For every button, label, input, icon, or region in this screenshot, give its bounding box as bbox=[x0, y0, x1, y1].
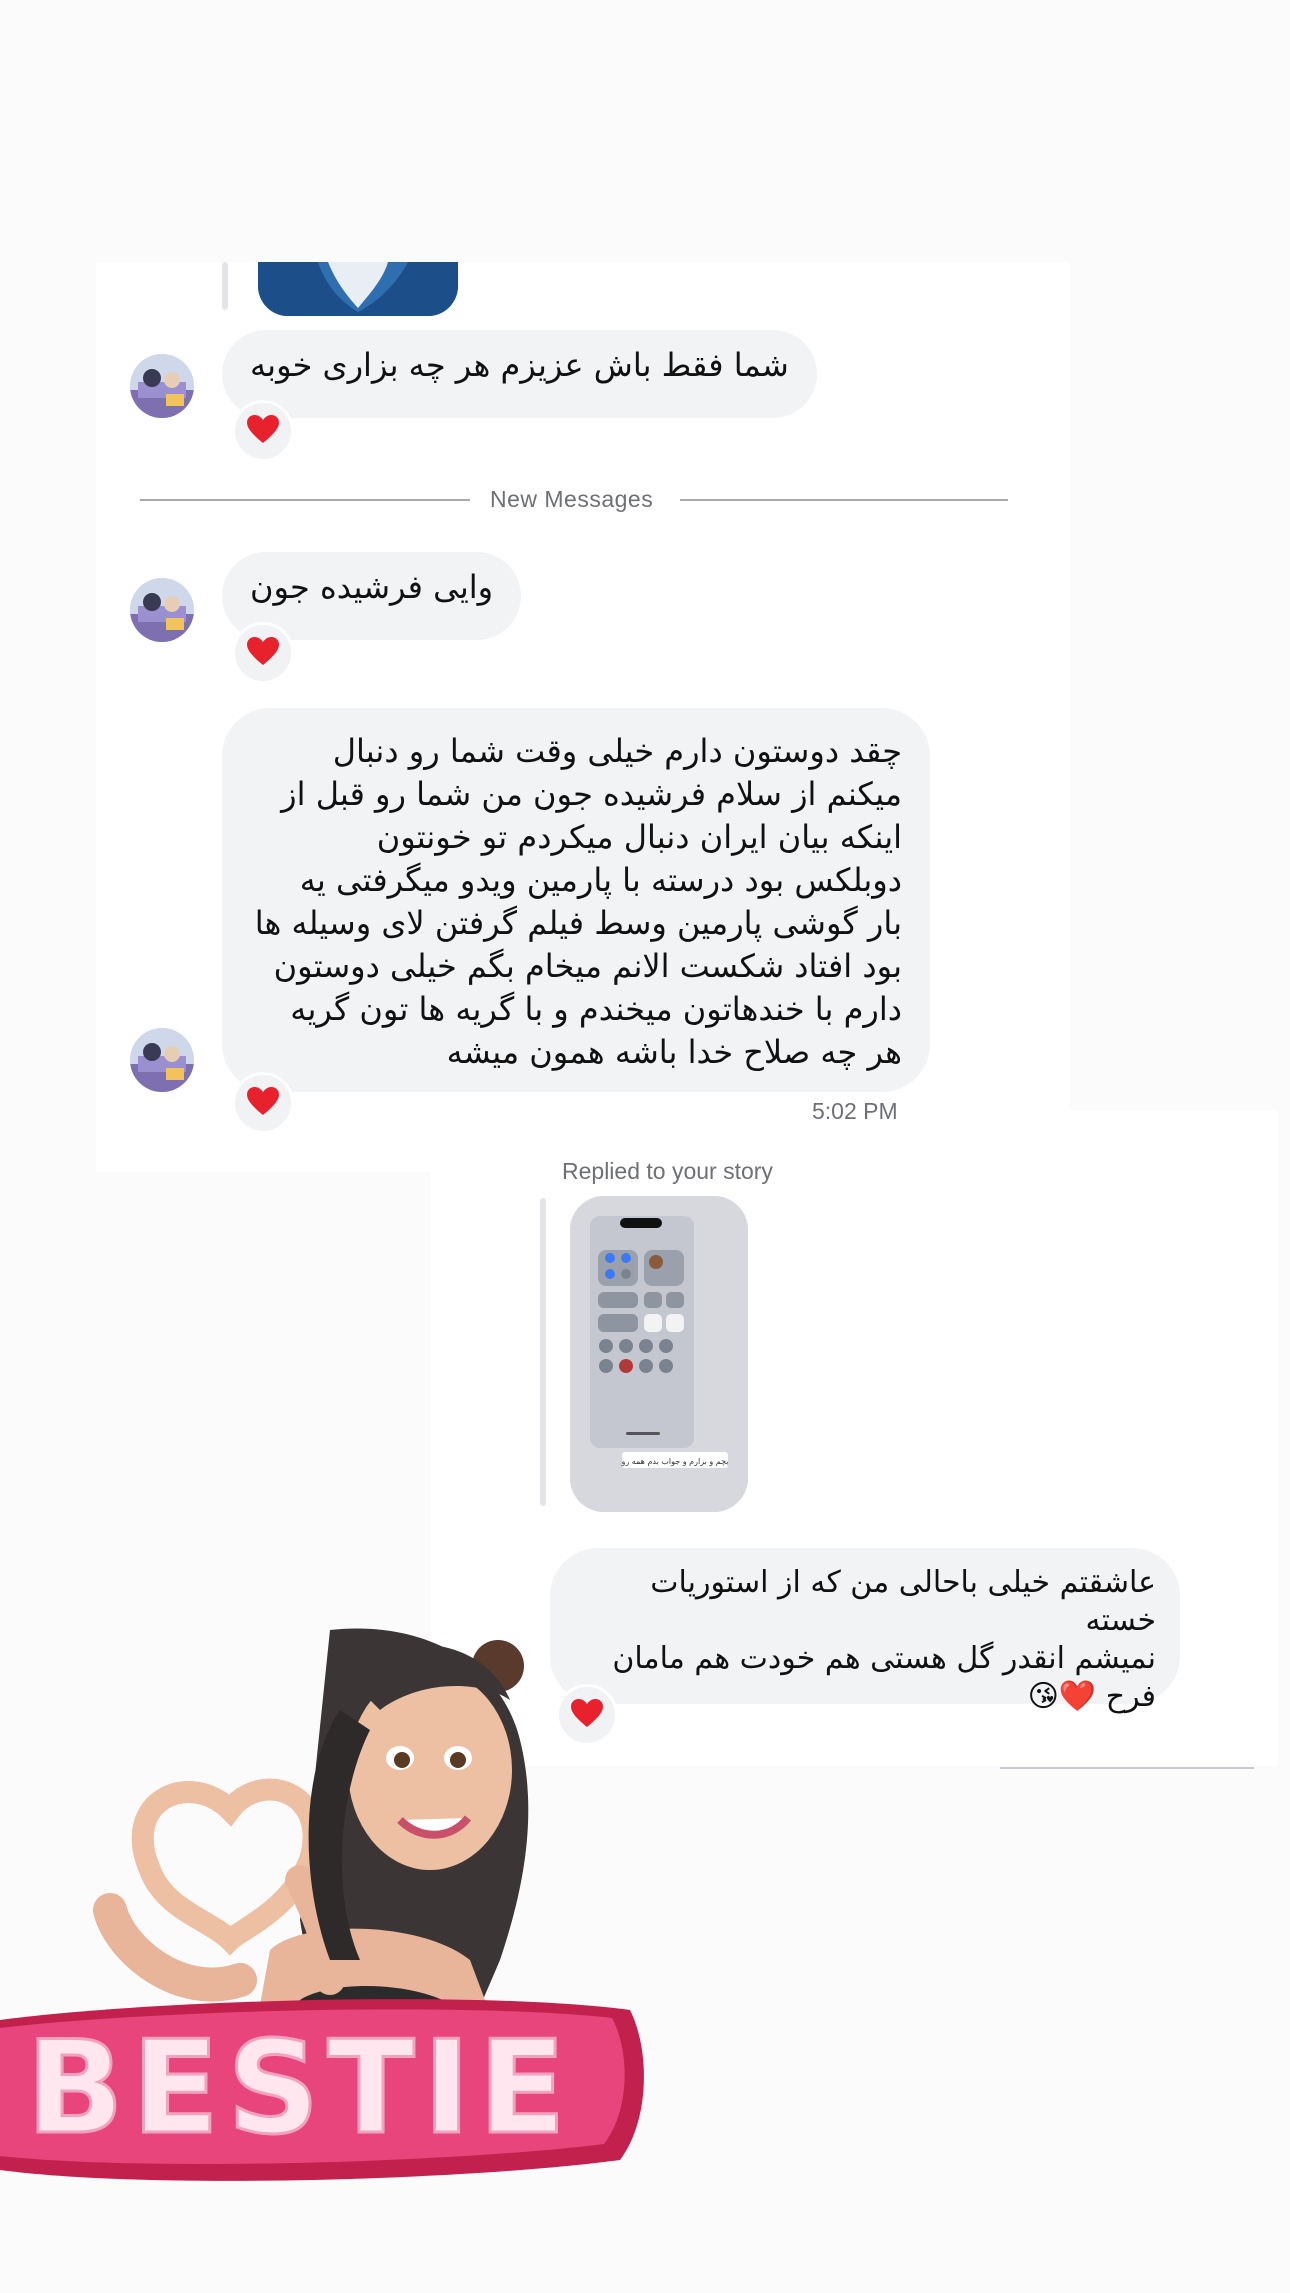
message-timestamp: 5:02 PM bbox=[812, 1098, 898, 1124]
message-line: بود افتاد شکست الانم میخام بگم خیلی دوست… bbox=[273, 947, 902, 985]
message-text: وایی فرشیده جون bbox=[250, 568, 494, 606]
message-text: شما فقط باش عزیزم هر چه بزاری خوبه bbox=[250, 346, 789, 384]
story-quote-bar bbox=[540, 1198, 546, 1506]
message-line: دارم با خندهاتون میخندم و با گریه ها تون… bbox=[290, 990, 902, 1028]
sender-avatar[interactable] bbox=[130, 578, 194, 642]
message-line: بار گوشی پارمین وسط فیلم گرفتن لای وسیله… bbox=[254, 904, 902, 942]
message-bubble[interactable]: شما فقط باش عزیزم هر چه بزاری خوبه bbox=[222, 330, 817, 418]
message-line: نمیشم انقدر گل هستی هم خودت هم مامان bbox=[612, 1641, 1156, 1676]
previous-media-thumbnail[interactable] bbox=[258, 262, 458, 316]
heart-icon bbox=[246, 1086, 280, 1120]
message-line: عاشقتم خیلی باحالی من که از استوریات خست… bbox=[650, 1565, 1156, 1638]
message-line: اینکه بیان ایران دنبال میکردم تو خونتون bbox=[376, 818, 902, 856]
previous-quote-bar bbox=[222, 262, 228, 310]
sender-avatar[interactable] bbox=[130, 354, 194, 418]
heart-reaction[interactable] bbox=[232, 622, 294, 684]
heart-reaction[interactable] bbox=[232, 400, 294, 462]
heart-icon bbox=[246, 414, 280, 448]
heart-reaction[interactable] bbox=[232, 1072, 294, 1134]
panel-edge-line bbox=[1000, 1767, 1254, 1769]
sticker-text: BESTIE bbox=[26, 2014, 574, 2163]
chat-screen: شما فقط باش عزیزم هر چه بزاری خوبه New M… bbox=[0, 0, 1290, 2293]
heart-icon bbox=[246, 636, 280, 670]
sender-avatar[interactable] bbox=[130, 1028, 194, 1092]
story-caption: بچم و بزارم و جواب بدم همه رو bbox=[621, 1457, 729, 1466]
divider-left bbox=[140, 499, 470, 501]
divider-right bbox=[680, 499, 1008, 501]
new-messages-divider: New Messages bbox=[490, 486, 654, 512]
message-line: فرح ❤️😘 bbox=[1027, 1679, 1156, 1714]
story-thumbnail[interactable]: بچم و بزارم و جواب بدم همه رو bbox=[570, 1196, 748, 1512]
message-line: میکنم از سلام فرشیده جون من شما رو قبل ا… bbox=[281, 775, 902, 813]
message-line: چقد دوستون دارم خیلی وقت شما رو دنبال bbox=[332, 732, 902, 770]
message-bubble[interactable]: چقد دوستون دارم خیلی وقت شما رو دنبال می… bbox=[222, 708, 930, 1092]
bestie-sticker[interactable]: BESTIE bbox=[0, 1620, 660, 2220]
message-line: هر چه صلاح خدا باشه همون میشه bbox=[446, 1033, 902, 1071]
replied-to-story-label: Replied to your story bbox=[562, 1158, 773, 1184]
message-line: دوبلکس بود درسته با پارمین ویدو میگرفتی … bbox=[299, 861, 902, 899]
